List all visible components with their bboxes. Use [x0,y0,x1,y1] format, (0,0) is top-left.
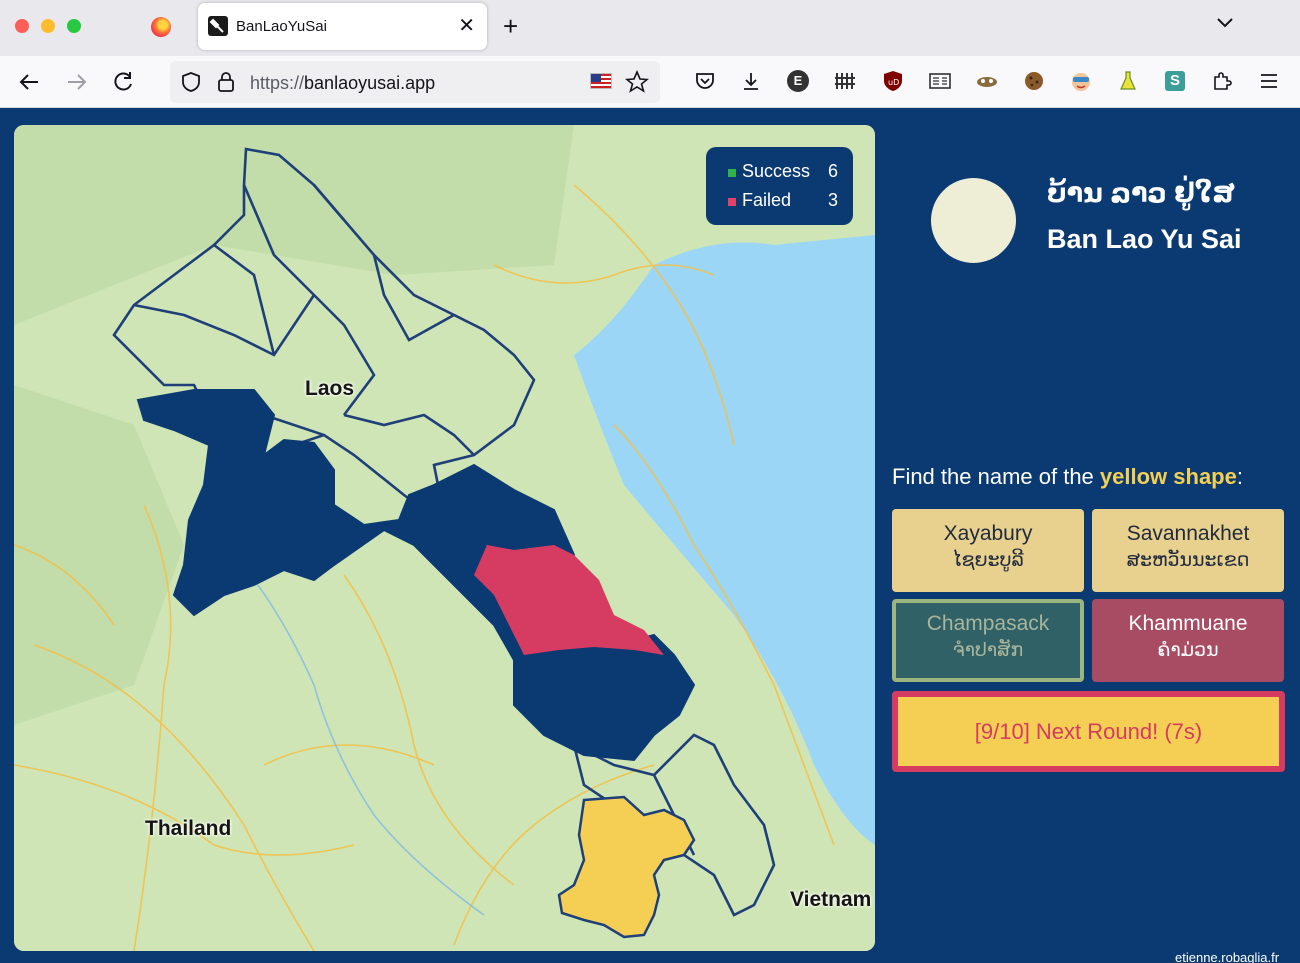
extension-flask-icon[interactable] [1116,69,1140,93]
choice-champasack-button[interactable]: Champasack ຈຳປາສັກ [892,599,1084,682]
failed-row: Failed 3 [728,190,838,214]
score-box: Success 6 Failed 3 [706,147,853,225]
extension-e-icon[interactable]: E [786,69,810,93]
minimize-window-button[interactable] [41,19,55,33]
choice-khammuane-button[interactable]: Khammuane ຄຳມ່ວນ [1092,599,1284,682]
credit-link[interactable]: etienne.robaglia.fr [1175,950,1279,963]
site-favicon-icon [208,16,228,36]
back-arrow-icon[interactable] [16,68,44,96]
ublock-origin-icon[interactable]: uD [881,69,905,93]
success-swatch-icon [728,169,736,177]
navigation-toolbar: https://banlaoyusai.app E uD S [0,56,1300,108]
choice-savannakhet-button[interactable]: Savannakhet ສະຫວັນນະເຂດ [1092,509,1284,592]
cookie-icon[interactable] [1022,69,1046,93]
download-icon[interactable] [739,69,763,93]
extension-grid-icon[interactable] [833,69,857,93]
map-label-vietnam: Vietnam [790,888,872,911]
failed-swatch-icon [728,198,736,206]
extension-bird-icon[interactable] [975,69,999,93]
new-tab-button[interactable]: + [503,12,518,40]
tab-bar: BanLaoYuSai ✕ + [0,0,1300,56]
us-flag-icon[interactable] [590,73,612,89]
logo-circle [931,178,1016,263]
map-canvas [14,125,875,951]
reader-view-icon[interactable] [928,69,952,93]
url-text[interactable]: https://banlaoyusai.app [250,73,435,94]
success-label: Success [742,161,811,181]
tracking-shield-icon[interactable] [180,71,202,98]
extension-s-icon[interactable]: S [1163,69,1187,93]
lock-icon[interactable] [216,71,236,98]
question-prompt: Find the name of the yellow shape: [892,464,1243,489]
success-row: Success 6 [728,161,838,185]
bookmark-star-icon[interactable] [624,69,650,99]
failed-count: 3 [827,190,838,210]
app-title: Ban Lao Yu Sai [1047,224,1242,254]
extensions-puzzle-icon[interactable] [1210,69,1234,93]
hamburger-menu-icon[interactable] [1257,69,1281,93]
url-bar[interactable]: https://banlaoyusai.app [170,61,660,103]
next-round-button[interactable]: [9/10] Next Round! (7s) [892,691,1285,772]
tab-close-icon[interactable]: ✕ [458,13,475,38]
success-count: 6 [827,161,838,181]
map-label-laos: Laos [305,377,355,400]
app-title-lao: ບ້ານ ລາວ ຢູ່ໃສ [1047,178,1235,208]
active-tab[interactable]: BanLaoYuSai ✕ [198,3,487,50]
svg-text:uD: uD [888,78,899,87]
pocket-icon[interactable] [693,69,717,93]
tab-title: BanLaoYuSai [236,18,327,35]
failed-label: Failed [742,190,792,210]
extension-face-icon[interactable] [1069,69,1093,93]
forward-arrow-icon[interactable] [62,68,90,96]
map-view[interactable]: Laos Thailand Vietnam [14,125,875,951]
tab-list-chevron-down-icon[interactable] [1216,16,1234,34]
firefox-view-icon[interactable] [151,17,171,37]
map-label-thailand: Thailand [145,817,232,840]
reload-icon[interactable] [109,68,137,96]
choice-xayabury-button[interactable]: Xayabury ໄຊຍະບູລີ [892,509,1084,592]
maximize-window-button[interactable] [67,19,81,33]
close-window-button[interactable] [15,19,29,33]
